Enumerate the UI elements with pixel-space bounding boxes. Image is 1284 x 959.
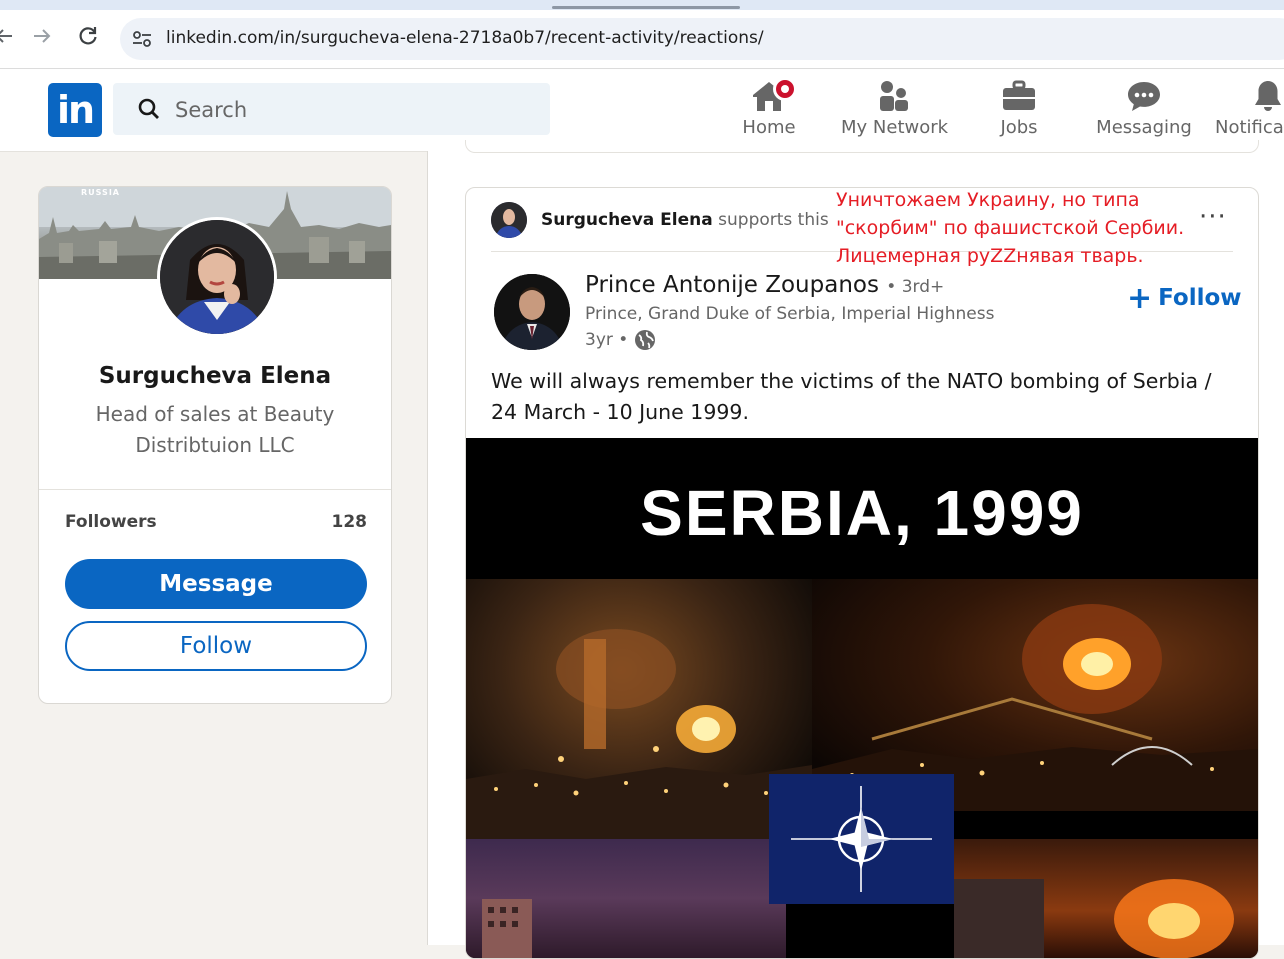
supporter-name[interactable]: Surgucheva Elena	[541, 210, 713, 230]
author-name[interactable]: Prince Antonije Zoupanos	[585, 272, 879, 298]
annotation-line-1: Уничтожаем Украину, но типа	[836, 189, 1140, 211]
browser-address-bar: linkedin.com/in/surgucheva-elena-2718a0b…	[0, 10, 1284, 69]
people-icon	[841, 77, 947, 115]
annotation-line-2: "скорбим" по фашистской Сербии.	[836, 217, 1185, 239]
supporter-avatar[interactable]	[491, 202, 527, 238]
post-image-title: SERBIA, 1999	[640, 477, 1084, 549]
supporter-line: Surgucheva Elena supports this	[541, 210, 829, 230]
chat-icon	[1096, 77, 1192, 115]
profile-card-divider	[39, 489, 391, 490]
post-time: 3yr •	[585, 330, 629, 350]
photo-smoke-buildings	[466, 839, 786, 958]
bell-icon	[1215, 77, 1284, 115]
previous-post-edge	[465, 140, 1259, 153]
browser-tab-strip	[0, 0, 1284, 10]
notification-badge	[773, 77, 797, 101]
supporter-action: supports this	[718, 210, 829, 230]
post-timestamp: 3yr •	[585, 329, 656, 351]
post-text: We will always remember the victims of t…	[491, 369, 1212, 424]
feed-post: Surgucheva Elena supports this ··· Princ…	[465, 187, 1259, 959]
post-image[interactable]: SERBIA, 1999	[466, 438, 1258, 958]
nav-messaging-label: Messaging	[1096, 117, 1192, 138]
profile-avatar[interactable]	[157, 217, 277, 337]
search-icon	[138, 98, 159, 119]
forward-icon[interactable]	[30, 24, 54, 48]
message-button[interactable]: Message	[65, 559, 367, 609]
nav-my-network[interactable]: My Network	[841, 77, 949, 143]
annotation-overlay: Уничтожаем Украину, но типа "скорбим" по…	[836, 186, 1184, 270]
plus-icon: +	[1127, 281, 1153, 316]
profile-card: RUSSIA Surgucheva Elena Head of sales at…	[38, 186, 392, 704]
linkedin-logo[interactable]: in	[48, 83, 102, 137]
banner-text: RUSSIA	[81, 188, 120, 197]
reload-icon[interactable]	[76, 24, 100, 48]
nav-home[interactable]: Home	[738, 77, 800, 143]
annotation-line-3: Лицемерная руZZнявая тварь.	[836, 245, 1144, 267]
followers-count: 128	[331, 512, 368, 532]
briefcase-icon	[994, 77, 1044, 115]
connection-degree: • 3rd+	[886, 277, 945, 297]
author-headline: Prince, Grand Duke of Serbia, Imperial H…	[585, 304, 995, 324]
nav-home-label: Home	[742, 117, 796, 138]
author-name-line: Prince Antonije Zoupanos • 3rd+	[585, 272, 944, 298]
nav-messaging[interactable]: Messaging	[1096, 77, 1192, 143]
nav-jobs[interactable]: Jobs	[994, 77, 1044, 143]
profile-headline: Head of sales at Beauty Distribtuion LLC	[95, 402, 335, 457]
active-tab-indicator	[552, 6, 740, 9]
profile-follow-button[interactable]: Follow	[65, 621, 367, 671]
follow-author-label: Follow	[1158, 285, 1242, 311]
globe-icon	[635, 330, 656, 350]
nato-compass-icon	[791, 786, 932, 892]
site-settings-icon[interactable]	[132, 30, 152, 48]
search-input[interactable]	[173, 83, 537, 137]
follow-author-button[interactable]: + Follow	[1127, 281, 1242, 316]
nav-notifications[interactable]: Notificat	[1215, 77, 1284, 143]
more-options-icon[interactable]: ···	[1199, 204, 1227, 230]
photo-night-fire-left	[466, 579, 812, 839]
nato-flag	[769, 774, 954, 904]
nav-my-network-label: My Network	[841, 117, 949, 138]
back-icon[interactable]	[0, 24, 16, 48]
author-avatar[interactable]	[494, 274, 570, 350]
followers-label: Followers	[65, 512, 157, 532]
url-field[interactable]: linkedin.com/in/surgucheva-elena-2718a0b…	[120, 18, 1284, 60]
nav-notifications-label: Notificat	[1215, 117, 1284, 138]
photo-burning-building	[954, 839, 1258, 958]
nav-jobs-label: Jobs	[1000, 117, 1038, 138]
url-text[interactable]: linkedin.com/in/surgucheva-elena-2718a0b…	[166, 28, 764, 48]
profile-name[interactable]: Surgucheva Elena	[39, 363, 391, 389]
search-box[interactable]	[113, 83, 550, 137]
